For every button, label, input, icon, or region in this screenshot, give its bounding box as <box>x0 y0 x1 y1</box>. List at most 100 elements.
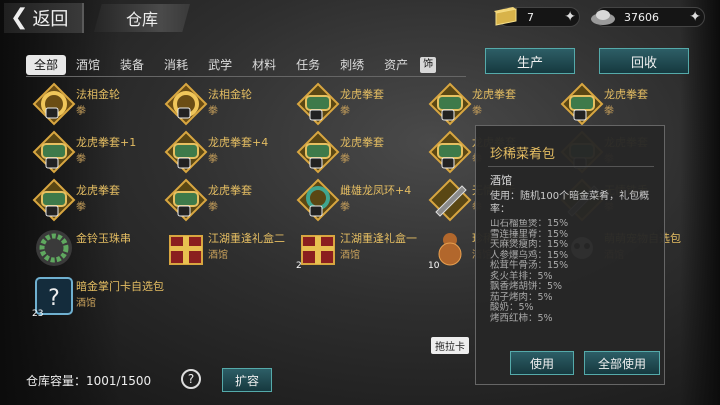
help-icon[interactable]: ? <box>181 369 201 389</box>
item-category: 拳 <box>208 154 218 165</box>
item-category: 拳 <box>208 106 218 117</box>
item-category: 拳 <box>604 106 614 117</box>
fist-glove-icon <box>164 178 208 222</box>
inventory-item[interactable]: 龙虎拳套拳 <box>426 80 556 128</box>
tab-divider <box>26 76 466 77</box>
item-name: 龙虎拳套 <box>472 88 516 101</box>
tab-consumable[interactable]: 消耗 <box>154 55 198 75</box>
gold-ring-icon <box>32 82 76 126</box>
use-all-button[interactable]: 全部使用 <box>584 351 660 375</box>
inventory-item[interactable]: 江湖重逢礼盒二 酒馆 <box>162 224 292 272</box>
tab-embroidery[interactable]: 刺绣 <box>330 55 374 75</box>
add-gold-icon[interactable]: ✦ <box>564 9 576 25</box>
popup-title: 珍稀菜肴包 <box>490 147 556 162</box>
item-name: 江湖重逢礼盒一 <box>340 232 417 245</box>
add-silver-icon[interactable]: ✦ <box>689 9 701 25</box>
silver-ingot-icon <box>591 10 615 25</box>
item-name: 龙虎拳套 <box>340 136 384 149</box>
back-arrow-icon: ❮ <box>10 5 29 30</box>
tab-more[interactable]: 饰 <box>420 57 437 73</box>
bead-string-icon <box>32 226 76 270</box>
tab-equipment[interactable]: 装备 <box>110 55 154 75</box>
fist-glove-icon <box>296 82 340 126</box>
fist-glove-icon <box>560 82 604 126</box>
tab-quest[interactable]: 任务 <box>286 55 330 75</box>
inventory-item[interactable]: 法相金轮拳 <box>30 80 160 128</box>
tab-martial[interactable]: 武学 <box>198 55 242 75</box>
inventory-item[interactable]: 龙虎拳套拳 <box>30 176 160 224</box>
popup-divider <box>488 166 654 167</box>
drop-item: 飘香烤胡饼：5% <box>490 281 563 292</box>
produce-button[interactable]: 生产 <box>485 48 575 74</box>
drop-item: 天麻煲瘦肉：15% <box>490 239 569 250</box>
back-button[interactable]: ❮ 返回 <box>4 3 84 33</box>
capacity-value: 1001/1500 <box>86 374 152 388</box>
svg-text:?: ? <box>48 286 60 311</box>
item-category: 拳 <box>208 202 218 213</box>
tab-tavern[interactable]: 酒馆 <box>66 55 110 75</box>
popup-description: 使用：随机100个暗金菜肴，礼包概率： <box>490 191 650 215</box>
item-category: 拳 <box>340 106 350 117</box>
page-title: 仓库 <box>94 4 190 32</box>
item-category: 拳 <box>76 106 86 117</box>
tab-all[interactable]: 全部 <box>26 55 67 75</box>
back-label: 返回 <box>32 9 69 30</box>
expand-button[interactable]: 扩容 <box>222 368 272 392</box>
item-name: 龙虎拳套 <box>76 184 120 197</box>
category-tabs: 全部 酒馆 装备 消耗 武学 材料 任务 刺绣 资产 饰 <box>26 55 437 75</box>
item-count: 23 <box>32 309 44 319</box>
capacity-label: 仓库容量： <box>26 374 87 388</box>
item-category: 拳 <box>340 202 350 213</box>
item-name: 暗金掌门卡自选包 <box>76 280 164 293</box>
dragon-ring-icon <box>296 178 340 222</box>
item-category: 拳 <box>472 106 482 117</box>
drop-item: 松茸牛骨汤：15% <box>490 260 569 271</box>
item-category: 酒馆 <box>208 250 228 261</box>
fist-glove-icon <box>428 130 472 174</box>
capacity-display: 仓库容量：1001/1500 <box>26 372 151 389</box>
item-name: 龙虎拳套+4 <box>208 136 269 149</box>
inventory-item[interactable]: 金铃玉珠串 <box>30 224 160 272</box>
drop-item: 酸奶：5% <box>490 302 534 313</box>
fist-glove-icon <box>32 130 76 174</box>
silver-value: 37606 <box>624 10 659 24</box>
item-name: 龙虎拳套 <box>604 88 648 101</box>
iron-hand-icon <box>428 178 472 222</box>
item-category: 拳 <box>340 154 350 165</box>
popup-category: 酒馆 <box>490 174 512 187</box>
gold-ring-icon <box>164 82 208 126</box>
item-category: 酒馆 <box>76 298 96 309</box>
item-category: 拳 <box>76 154 86 165</box>
item-name: 龙虎拳套+1 <box>76 136 137 149</box>
tab-assets[interactable]: 资产 <box>374 55 418 75</box>
drop-item: 山石榴鱼煲：15% <box>490 219 569 229</box>
inventory-item[interactable]: 法相金轮拳 <box>162 80 292 128</box>
item-name: 江湖重逢礼盒二 <box>208 232 285 245</box>
gold-ingot-icon <box>494 7 517 26</box>
inventory-item[interactable]: 龙虎拳套拳 <box>294 128 424 176</box>
use-button[interactable]: 使用 <box>510 351 574 375</box>
silver-currency: 37606 ✦ <box>591 7 705 27</box>
inventory-item[interactable]: 龙虎拳套+1 拳 <box>30 128 160 176</box>
gift-box-icon <box>164 226 208 270</box>
inventory-item[interactable]: 雌雄龙凤环+4 拳 <box>294 176 424 224</box>
gold-value: 7 <box>527 10 534 24</box>
item-name: 法相金轮 <box>76 88 120 101</box>
inventory-item[interactable]: ? 暗金掌门卡自选包 酒馆 23 <box>30 272 164 320</box>
item-name: 法相金轮 <box>208 88 252 101</box>
inventory-item[interactable]: 龙虎拳套拳 <box>162 176 292 224</box>
item-name: 龙虎拳套 <box>340 88 384 101</box>
inventory-item[interactable]: 龙虎拳套+4 拳 <box>162 128 292 176</box>
recycle-button[interactable]: 回收 <box>599 48 689 74</box>
tab-material[interactable]: 材料 <box>242 55 286 75</box>
item-name: 金铃玉珠串 <box>76 232 131 245</box>
inventory-item[interactable]: 龙虎拳套拳 <box>558 80 688 128</box>
fist-glove-icon <box>296 130 340 174</box>
fist-glove-icon <box>32 178 76 222</box>
popup-drop-list: 山石榴鱼煲：15% 雪连捶里脊：15% 天麻煲瘦肉：15% 人参爆乌鸡：15% … <box>490 219 660 324</box>
item-detail-popup: 珍稀菜肴包 酒馆 使用：随机100个暗金菜肴，礼包概率： 山石榴鱼煲：15% 雪… <box>475 125 665 385</box>
item-category: 拳 <box>76 202 86 213</box>
drag-tooltip: 拖拉卡 <box>431 337 469 354</box>
inventory-item[interactable]: 江湖重逢礼盒一 酒馆 2 <box>294 224 424 272</box>
inventory-item[interactable]: 龙虎拳套拳 <box>294 80 424 128</box>
